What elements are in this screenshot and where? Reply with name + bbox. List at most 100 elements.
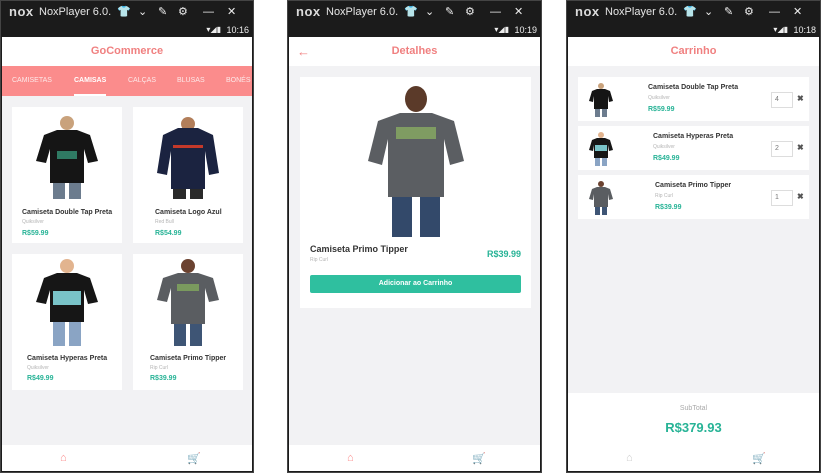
emulator-titlebar: nox NoxPlayer 6.0. 👕 ⌄ ✎ ⚙ — ✕ <box>1 1 253 23</box>
tab-camisetas[interactable]: CAMISETAS <box>12 66 52 96</box>
bottom-navigation: ⌂ 🛒 <box>568 445 819 471</box>
product-card[interactable]: Camiseta Logo Azul Red Bull R$54.99 <box>133 107 243 243</box>
status-clock: 10:18 <box>793 25 816 35</box>
product-name: Camiseta Primo Tipper <box>310 244 408 254</box>
cart-item-brand: Rip Curl <box>655 193 674 199</box>
quantity-input[interactable]: 2 <box>771 141 793 157</box>
cart-item-name: Camiseta Double Tap Preta <box>648 84 739 91</box>
emulator-title: NoxPlayer 6.0. <box>326 6 399 18</box>
app-bar: GoCommerce <box>2 37 252 66</box>
signal-icon: ▾◢▮ <box>206 25 221 34</box>
product-price: R$39.99 <box>150 375 177 382</box>
pin-icon[interactable]: ✎ <box>724 1 733 23</box>
app-bar: ← Detalhes <box>289 37 540 66</box>
app-screen-cart: Carrinho Camiseta Double Tap Preta Quiks… <box>568 37 819 471</box>
app-title: Detalhes <box>391 45 438 57</box>
close-window-icon[interactable]: ✕ <box>227 1 236 23</box>
emulator-titlebar: nox NoxPlayer 6.0. 👕 ⌄ ✎ ⚙ — ✕ <box>567 1 820 23</box>
nox-logo: nox <box>9 4 34 19</box>
cart-item: Camiseta Hyperas Preta Quiksilver R$49.9… <box>578 126 809 170</box>
shirt-icon[interactable]: 👕 <box>117 1 131 23</box>
product-name: Camiseta Logo Azul <box>155 209 222 216</box>
chevron-down-icon[interactable]: ⌄ <box>138 1 147 23</box>
emulator-window-2: nox NoxPlayer 6.0. 👕 ⌄ ✎ ⚙ — ✕ ▾◢▮ 10:19… <box>287 0 542 473</box>
emulator-window-3: nox NoxPlayer 6.0. 👕 ⌄ ✎ ⚙ — ✕ ▾◢▮ 10:18… <box>566 0 821 473</box>
close-window-icon[interactable]: ✕ <box>793 1 802 23</box>
pin-icon[interactable]: ✎ <box>445 1 454 23</box>
subtotal-label: SubTotal <box>679 405 708 412</box>
cart-item-price: R$49.99 <box>653 155 680 162</box>
product-card[interactable]: Camiseta Hyperas Preta Quiksilver R$49.9… <box>12 254 122 390</box>
quantity-input[interactable]: 1 <box>771 190 793 206</box>
shirt-icon[interactable]: 👕 <box>404 1 418 23</box>
cart-item-brand: Quiksilver <box>648 95 670 101</box>
app-screen-details: ← Detalhes Camiseta Primo Tipper Rip Cur… <box>289 37 540 471</box>
product-image <box>36 116 98 199</box>
cart-icon[interactable]: 🛒 <box>187 452 201 465</box>
chevron-down-icon[interactable]: ⌄ <box>704 1 713 23</box>
product-name: Camiseta Hyperas Preta <box>27 355 108 362</box>
cart-item-name: Camiseta Primo Tipper <box>655 182 732 189</box>
home-icon[interactable]: ⌂ <box>626 452 633 464</box>
product-name: Camiseta Primo Tipper <box>150 355 227 362</box>
nox-logo: nox <box>575 4 600 19</box>
emulator-titlebar: nox NoxPlayer 6.0. 👕 ⌄ ✎ ⚙ — ✕ <box>288 1 541 23</box>
product-image <box>589 83 613 117</box>
emulator-window-1: nox NoxPlayer 6.0. 👕 ⌄ ✎ ⚙ — ✕ ▾◢▮ 10:16… <box>0 0 254 473</box>
product-card[interactable]: Camiseta Double Tap Preta Quiksilver R$5… <box>12 107 122 243</box>
pin-icon[interactable]: ✎ <box>158 1 167 23</box>
cart-icon[interactable]: 🛒 <box>472 452 486 465</box>
product-image <box>36 259 98 346</box>
category-tabs: CAMISETAS CAMISAS CALÇAS BLUSAS BONÉS <box>2 66 252 96</box>
back-arrow-icon[interactable]: ← <box>297 37 310 66</box>
settings-icon[interactable]: ⚙ <box>178 1 188 23</box>
signal-icon: ▾◢▮ <box>494 25 509 34</box>
minimize-icon[interactable]: — <box>769 1 780 23</box>
home-icon[interactable]: ⌂ <box>60 452 67 464</box>
product-brand: Quiksilver <box>27 365 49 371</box>
chevron-down-icon[interactable]: ⌄ <box>425 1 434 23</box>
app-title: GoCommerce <box>90 45 164 57</box>
tab-calcas[interactable]: CALÇAS <box>128 66 156 96</box>
product-image <box>157 117 219 199</box>
close-icon[interactable]: ✖ <box>797 143 804 152</box>
bottom-navigation: ⌂ 🛒 <box>2 445 252 471</box>
product-image <box>368 86 464 237</box>
quantity-input[interactable]: 4 <box>771 92 793 108</box>
subtotal-panel: SubTotal R$379.93 <box>568 393 819 447</box>
cart-icon[interactable]: 🛒 <box>752 452 766 465</box>
emulator-title: NoxPlayer 6.0. <box>605 6 678 18</box>
close-icon[interactable]: ✖ <box>797 192 804 201</box>
app-bar: Carrinho <box>568 37 819 66</box>
minimize-icon[interactable]: — <box>490 1 501 23</box>
bottom-navigation: ⌂ 🛒 <box>289 445 540 471</box>
product-brand: Rip Curl <box>310 257 329 263</box>
close-icon[interactable]: ✖ <box>797 94 804 103</box>
nox-logo: nox <box>296 4 321 19</box>
product-image <box>589 132 613 166</box>
tab-camisas[interactable]: CAMISAS <box>74 66 107 96</box>
product-price: R$59.99 <box>22 230 49 237</box>
shirt-icon[interactable]: 👕 <box>683 1 697 23</box>
cart-item-name: Camiseta Hyperas Preta <box>653 133 734 140</box>
close-window-icon[interactable]: ✕ <box>514 1 523 23</box>
cart-item-price: R$39.99 <box>655 204 682 211</box>
product-price: R$39.99 <box>486 249 521 259</box>
tab-blusas[interactable]: BLUSAS <box>177 66 205 96</box>
product-brand: Red Bull <box>155 219 174 225</box>
cart-item-brand: Quiksilver <box>653 144 675 150</box>
add-to-cart-button[interactable]: Adicionar ao Carrinho <box>310 275 521 293</box>
signal-icon: ▾◢▮ <box>773 25 788 34</box>
subtotal-value: R$379.93 <box>665 420 722 435</box>
tab-bones[interactable]: BONÉS <box>226 66 251 96</box>
android-status-bar: ▾◢▮ 10:16 <box>1 23 253 37</box>
cart-item-price: R$59.99 <box>648 106 675 113</box>
product-price: R$54.99 <box>155 230 182 237</box>
settings-icon[interactable]: ⚙ <box>744 1 754 23</box>
product-card[interactable]: Camiseta Primo Tipper Rip Curl R$39.99 <box>133 254 243 390</box>
product-image <box>589 181 613 215</box>
home-icon[interactable]: ⌂ <box>347 452 354 464</box>
emulator-title: NoxPlayer 6.0. <box>39 6 112 18</box>
minimize-icon[interactable]: — <box>203 1 214 23</box>
settings-icon[interactable]: ⚙ <box>465 1 475 23</box>
